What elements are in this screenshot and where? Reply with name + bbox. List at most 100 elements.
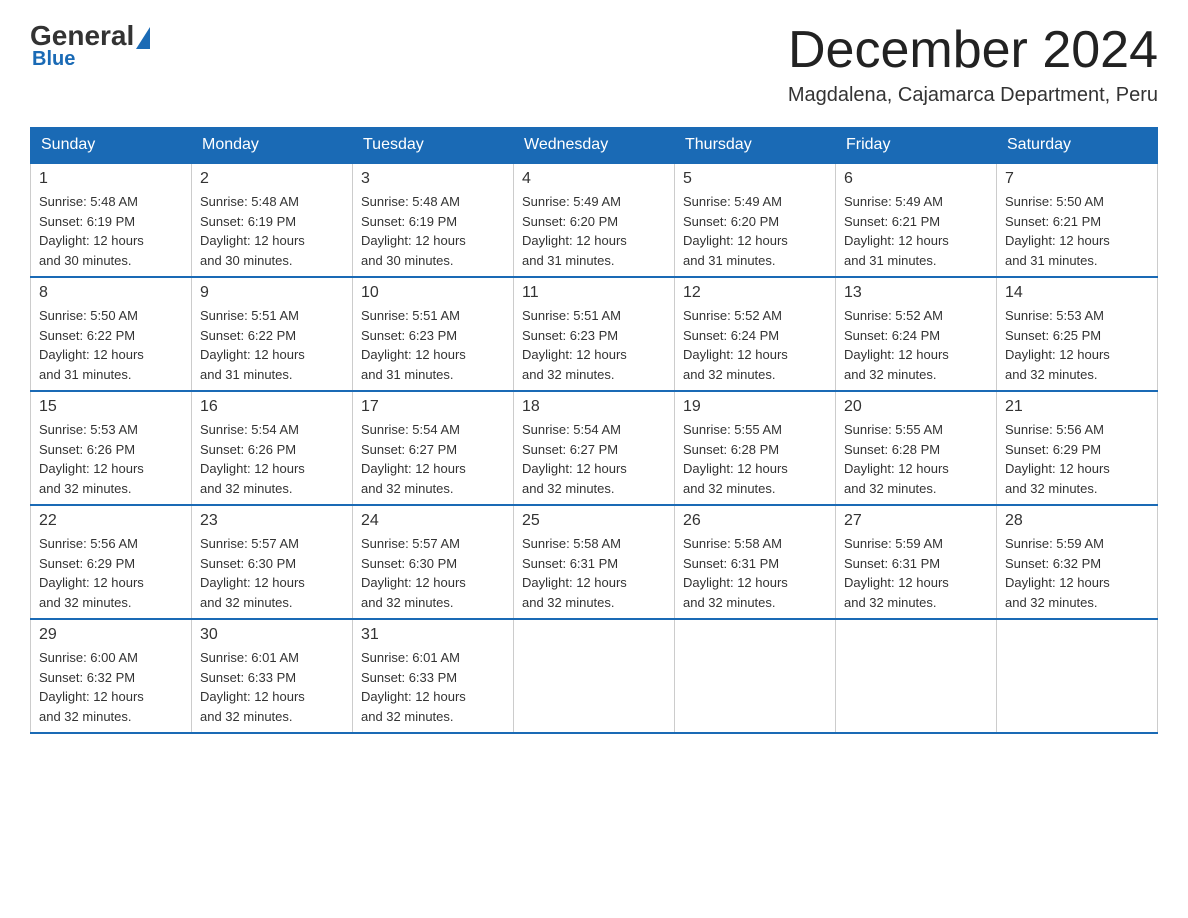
- day-info: Sunrise: 5:52 AMSunset: 6:24 PMDaylight:…: [844, 306, 988, 384]
- day-info: Sunrise: 6:01 AMSunset: 6:33 PMDaylight:…: [361, 648, 505, 726]
- day-info: Sunrise: 5:52 AMSunset: 6:24 PMDaylight:…: [683, 306, 827, 384]
- day-number: 30: [200, 626, 344, 644]
- page-header: General Blue December 2024 Magdalena, Ca…: [30, 20, 1158, 107]
- day-number: 31: [361, 626, 505, 644]
- calendar-cell: 12 Sunrise: 5:52 AMSunset: 6:24 PMDayligh…: [675, 277, 836, 391]
- calendar-cell: 26Sunrise: 5:58 AMSunset: 6:31 PMDayligh…: [675, 505, 836, 619]
- calendar-cell: 3 Sunrise: 5:48 AMSunset: 6:19 PMDaylight…: [353, 163, 514, 277]
- weekday-header-monday: Monday: [192, 128, 353, 164]
- calendar-cell: 21 Sunrise: 5:56 AMSunset: 6:29 PMDayligh…: [997, 391, 1158, 505]
- calendar-header-row: SundayMondayTuesdayWednesdayThursdayFrid…: [31, 128, 1158, 164]
- day-number: 7: [1005, 170, 1149, 188]
- day-info: Sunrise: 5:51 AMSunset: 6:22 PMDaylight:…: [200, 306, 344, 384]
- month-title: December 2024: [788, 20, 1158, 80]
- calendar-cell: 30 Sunrise: 6:01 AMSunset: 6:33 PMDayligh…: [192, 619, 353, 733]
- calendar-cell: 18 Sunrise: 5:54 AMSunset: 6:27 PMDayligh…: [514, 391, 675, 505]
- calendar-cell: 13 Sunrise: 5:52 AMSunset: 6:24 PMDayligh…: [836, 277, 997, 391]
- calendar-cell: 4 Sunrise: 5:49 AMSunset: 6:20 PMDaylight…: [514, 163, 675, 277]
- day-number: 3: [361, 170, 505, 188]
- day-info: Sunrise: 5:50 AMSunset: 6:22 PMDaylight:…: [39, 306, 183, 384]
- calendar-cell: 6 Sunrise: 5:49 AMSunset: 6:21 PMDaylight…: [836, 163, 997, 277]
- calendar-cell: [997, 619, 1158, 733]
- day-info: Sunrise: 5:55 AMSunset: 6:28 PMDaylight:…: [683, 420, 827, 498]
- calendar-week-row: 1 Sunrise: 5:48 AMSunset: 6:19 PMDaylight…: [31, 163, 1158, 277]
- logo: General Blue: [30, 20, 150, 71]
- day-number: 17: [361, 398, 505, 416]
- calendar-cell: [675, 619, 836, 733]
- calendar-table: SundayMondayTuesdayWednesdayThursdayFrid…: [30, 127, 1158, 734]
- calendar-week-row: 29Sunrise: 6:00 AMSunset: 6:32 PMDayligh…: [31, 619, 1158, 733]
- day-info: Sunrise: 5:48 AMSunset: 6:19 PMDaylight:…: [361, 192, 505, 270]
- day-info: Sunrise: 5:56 AMSunset: 6:29 PMDaylight:…: [1005, 420, 1149, 498]
- day-info: Sunrise: 5:58 AMSunset: 6:31 PMDaylight:…: [683, 534, 827, 612]
- day-number: 20: [844, 398, 988, 416]
- logo-triangle-icon: [136, 27, 150, 49]
- day-number: 18: [522, 398, 666, 416]
- calendar-cell: 19 Sunrise: 5:55 AMSunset: 6:28 PMDayligh…: [675, 391, 836, 505]
- weekday-header-thursday: Thursday: [675, 128, 836, 164]
- day-number: 23: [200, 512, 344, 530]
- day-info: Sunrise: 5:51 AMSunset: 6:23 PMDaylight:…: [522, 306, 666, 384]
- day-number: 21: [1005, 398, 1149, 416]
- day-info: Sunrise: 5:56 AMSunset: 6:29 PMDaylight:…: [39, 534, 183, 612]
- weekday-header-sunday: Sunday: [31, 128, 192, 164]
- day-number: 29: [39, 626, 183, 644]
- day-info: Sunrise: 5:58 AMSunset: 6:31 PMDaylight:…: [522, 534, 666, 612]
- calendar-week-row: 22 Sunrise: 5:56 AMSunset: 6:29 PMDayligh…: [31, 505, 1158, 619]
- day-number: 27: [844, 512, 988, 530]
- day-number: 24: [361, 512, 505, 530]
- weekday-header-wednesday: Wednesday: [514, 128, 675, 164]
- day-number: 14: [1005, 284, 1149, 302]
- calendar-cell: 2 Sunrise: 5:48 AMSunset: 6:19 PMDaylight…: [192, 163, 353, 277]
- calendar-cell: 10Sunrise: 5:51 AMSunset: 6:23 PMDayligh…: [353, 277, 514, 391]
- day-number: 6: [844, 170, 988, 188]
- calendar-cell: 29Sunrise: 6:00 AMSunset: 6:32 PMDayligh…: [31, 619, 192, 733]
- day-info: Sunrise: 5:54 AMSunset: 6:27 PMDaylight:…: [522, 420, 666, 498]
- day-number: 19: [683, 398, 827, 416]
- logo-blue: Blue: [30, 48, 75, 71]
- day-info: Sunrise: 5:54 AMSunset: 6:26 PMDaylight:…: [200, 420, 344, 498]
- day-info: Sunrise: 5:48 AMSunset: 6:19 PMDaylight:…: [39, 192, 183, 270]
- day-number: 11: [522, 284, 666, 302]
- calendar-cell: 5 Sunrise: 5:49 AMSunset: 6:20 PMDaylight…: [675, 163, 836, 277]
- day-number: 2: [200, 170, 344, 188]
- day-info: Sunrise: 5:49 AMSunset: 6:20 PMDaylight:…: [683, 192, 827, 270]
- day-number: 1: [39, 170, 183, 188]
- day-number: 8: [39, 284, 183, 302]
- day-info: Sunrise: 5:59 AMSunset: 6:32 PMDaylight:…: [1005, 534, 1149, 612]
- day-number: 28: [1005, 512, 1149, 530]
- day-number: 15: [39, 398, 183, 416]
- calendar-cell: 1 Sunrise: 5:48 AMSunset: 6:19 PMDaylight…: [31, 163, 192, 277]
- calendar-cell: 24 Sunrise: 5:57 AMSunset: 6:30 PMDayligh…: [353, 505, 514, 619]
- day-info: Sunrise: 5:51 AMSunset: 6:23 PMDaylight:…: [361, 306, 505, 384]
- day-info: Sunrise: 5:57 AMSunset: 6:30 PMDaylight:…: [361, 534, 505, 612]
- calendar-cell: 14 Sunrise: 5:53 AMSunset: 6:25 PMDayligh…: [997, 277, 1158, 391]
- day-number: 13: [844, 284, 988, 302]
- calendar-cell: 22 Sunrise: 5:56 AMSunset: 6:29 PMDayligh…: [31, 505, 192, 619]
- day-info: Sunrise: 5:55 AMSunset: 6:28 PMDaylight:…: [844, 420, 988, 498]
- day-info: Sunrise: 5:53 AMSunset: 6:25 PMDaylight:…: [1005, 306, 1149, 384]
- day-info: Sunrise: 5:50 AMSunset: 6:21 PMDaylight:…: [1005, 192, 1149, 270]
- day-number: 9: [200, 284, 344, 302]
- day-info: Sunrise: 5:49 AMSunset: 6:21 PMDaylight:…: [844, 192, 988, 270]
- calendar-cell: 28 Sunrise: 5:59 AMSunset: 6:32 PMDayligh…: [997, 505, 1158, 619]
- calendar-cell: 11 Sunrise: 5:51 AMSunset: 6:23 PMDayligh…: [514, 277, 675, 391]
- day-number: 4: [522, 170, 666, 188]
- day-info: Sunrise: 6:01 AMSunset: 6:33 PMDaylight:…: [200, 648, 344, 726]
- day-info: Sunrise: 5:48 AMSunset: 6:19 PMDaylight:…: [200, 192, 344, 270]
- calendar-body: 1 Sunrise: 5:48 AMSunset: 6:19 PMDaylight…: [31, 163, 1158, 733]
- day-number: 5: [683, 170, 827, 188]
- day-info: Sunrise: 5:59 AMSunset: 6:31 PMDaylight:…: [844, 534, 988, 612]
- day-number: 12: [683, 284, 827, 302]
- calendar-cell: 23Sunrise: 5:57 AMSunset: 6:30 PMDayligh…: [192, 505, 353, 619]
- calendar-cell: 25Sunrise: 5:58 AMSunset: 6:31 PMDayligh…: [514, 505, 675, 619]
- weekday-header-friday: Friday: [836, 128, 997, 164]
- calendar-cell: [514, 619, 675, 733]
- calendar-cell: 27 Sunrise: 5:59 AMSunset: 6:31 PMDayligh…: [836, 505, 997, 619]
- calendar-week-row: 8 Sunrise: 5:50 AMSunset: 6:22 PMDaylight…: [31, 277, 1158, 391]
- calendar-cell: 15 Sunrise: 5:53 AMSunset: 6:26 PMDayligh…: [31, 391, 192, 505]
- day-number: 22: [39, 512, 183, 530]
- day-info: Sunrise: 5:53 AMSunset: 6:26 PMDaylight:…: [39, 420, 183, 498]
- day-info: Sunrise: 5:49 AMSunset: 6:20 PMDaylight:…: [522, 192, 666, 270]
- calendar-cell: 7 Sunrise: 5:50 AMSunset: 6:21 PMDaylight…: [997, 163, 1158, 277]
